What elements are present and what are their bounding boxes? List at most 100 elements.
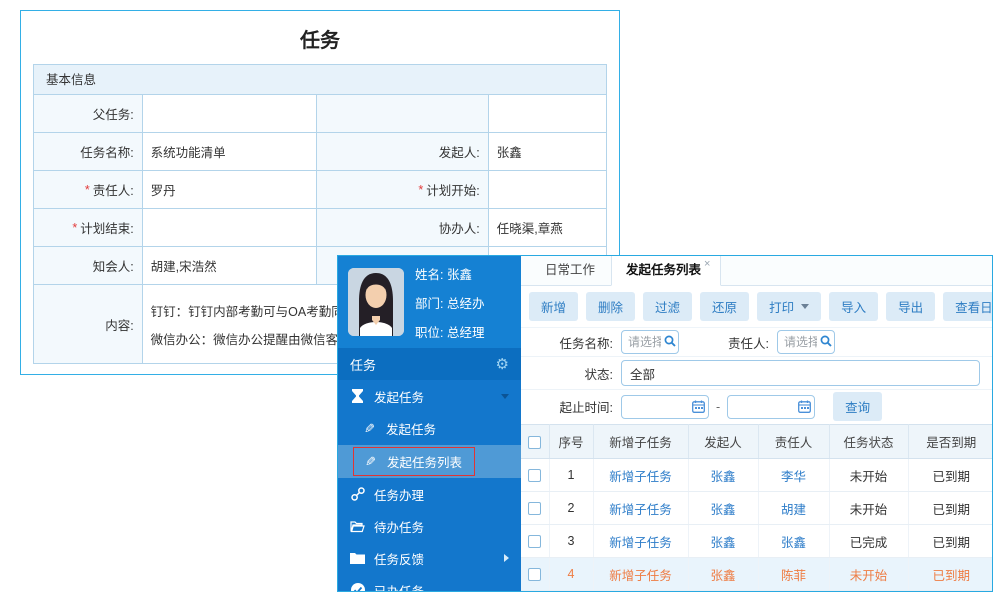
- initiator-link[interactable]: 张鑫: [710, 503, 735, 517]
- row-checkbox[interactable]: [528, 568, 541, 581]
- initiator-link[interactable]: 张鑫: [710, 569, 735, 583]
- task-name-label: 任务名称:: [529, 333, 613, 352]
- owner-link[interactable]: 陈菲: [781, 569, 806, 583]
- avatar: [348, 268, 404, 336]
- filter-button[interactable]: 过滤: [643, 292, 692, 321]
- chain-link-icon: [350, 487, 365, 501]
- sidebar-item-initiate-task-list[interactable]: ✎ 发起任务列表: [338, 445, 521, 478]
- column-header-owner: 责任人: [758, 425, 829, 459]
- field-label: [317, 95, 489, 132]
- form-row-parent-task: 父任务:: [34, 95, 606, 133]
- initiator-link[interactable]: 张鑫: [710, 536, 735, 550]
- owner-picker: [777, 330, 835, 354]
- date-end-picker: [727, 395, 815, 419]
- chevron-down-icon: [501, 394, 509, 399]
- field-label: 知会人:: [34, 247, 143, 284]
- field-label: 任务名称:: [34, 133, 143, 170]
- empty-field: [489, 95, 606, 132]
- tab-initiate-task-list[interactable]: 发起任务列表 ×: [611, 255, 721, 286]
- import-button[interactable]: 导入: [829, 292, 878, 321]
- plan-end-field[interactable]: [143, 209, 317, 246]
- sidebar-item-task-handling[interactable]: 任务办理: [338, 478, 521, 510]
- module-title: 任务: [350, 355, 376, 374]
- table-row: 3 新增子任务 张鑫 张鑫 已完成 已到期: [521, 525, 993, 558]
- owner-link[interactable]: 胡建: [781, 503, 806, 517]
- add-subtask-link[interactable]: 新增子任务: [609, 569, 672, 583]
- add-button[interactable]: 新增: [529, 292, 578, 321]
- due-cell: 已到期: [908, 558, 993, 591]
- gear-icon[interactable]: ⚙: [496, 357, 509, 372]
- pencil-icon: ✎: [362, 421, 377, 437]
- column-header-seq: 序号: [549, 425, 593, 459]
- field-label: 内容:: [34, 285, 143, 363]
- task-name-picker: [621, 330, 679, 354]
- query-button[interactable]: 查询: [833, 392, 882, 421]
- date-separator: -: [716, 400, 720, 414]
- sidebar-item-todo-tasks[interactable]: 待办任务: [338, 510, 521, 542]
- column-header-initiator: 发起人: [688, 425, 758, 459]
- parent-task-field[interactable]: [143, 95, 317, 132]
- table-row: 2 新增子任务 张鑫 胡建 未开始 已到期: [521, 492, 993, 525]
- tab-daily-work[interactable]: 日常工作: [529, 255, 611, 285]
- initiator-link[interactable]: 张鑫: [710, 470, 735, 484]
- due-cell: 已到期: [908, 525, 993, 558]
- toolbar: 新增 删除 过滤 还原 打印 导入 导出 查看日志: [521, 286, 992, 328]
- add-subtask-link[interactable]: 新增子任务: [609, 470, 672, 484]
- add-subtask-link[interactable]: 新增子任务: [609, 536, 672, 550]
- section-header: 基本信息: [34, 65, 606, 95]
- column-header-due: 是否到期: [908, 425, 993, 459]
- status-select[interactable]: 全部: [621, 360, 980, 386]
- user-name: 姓名: 张鑫: [415, 264, 484, 283]
- status-cell: 已完成: [829, 525, 908, 558]
- table-header-row: 序号 新增子任务 发起人 责任人 任务状态 是否到期: [521, 425, 993, 459]
- field-label: *计划开始:: [317, 171, 489, 208]
- filter-row-dates: 起止时间: - 查询: [521, 390, 992, 424]
- row-checkbox[interactable]: [528, 469, 541, 482]
- cohandler-field[interactable]: 任晓渠,章燕: [489, 209, 606, 246]
- daterange-label: 起止时间:: [529, 397, 613, 416]
- table-row: 1 新增子任务 张鑫 李华 未开始 已到期: [521, 459, 993, 492]
- sidebar-item-task-feedback[interactable]: 任务反馈: [338, 542, 521, 574]
- view-log-button[interactable]: 查看日志: [943, 292, 993, 321]
- status-cell: 未开始: [829, 492, 908, 525]
- folder-open-icon: [350, 520, 365, 533]
- owner-link[interactable]: 李华: [781, 470, 806, 484]
- field-label: 发起人:: [317, 133, 489, 170]
- calendar-icon[interactable]: [692, 400, 705, 413]
- sidebar-item-initiate-task-group[interactable]: 发起任务: [338, 380, 521, 412]
- row-checkbox[interactable]: [528, 535, 541, 548]
- print-button[interactable]: 打印: [757, 292, 821, 321]
- row-checkbox[interactable]: [528, 502, 541, 515]
- export-button[interactable]: 导出: [886, 292, 935, 321]
- task-name-field[interactable]: 系统功能清单: [143, 133, 317, 170]
- close-icon[interactable]: ×: [704, 259, 710, 270]
- informed-field[interactable]: 胡建,宋浩然: [143, 247, 317, 284]
- sidebar-item-initiate-task[interactable]: ✎ 发起任务: [338, 412, 521, 445]
- required-marker: *: [72, 221, 77, 235]
- search-icon[interactable]: [664, 335, 676, 347]
- field-label: 协办人:: [317, 209, 489, 246]
- user-info: 姓名: 张鑫 部门: 总经办 职位: 总经理: [415, 264, 484, 341]
- calendar-icon[interactable]: [798, 400, 811, 413]
- required-marker: *: [85, 183, 90, 197]
- chevron-right-icon: [504, 554, 509, 562]
- field-label: *计划结束:: [34, 209, 143, 246]
- sidebar-item-label: 发起任务: [374, 387, 424, 406]
- add-subtask-link[interactable]: 新增子任务: [609, 503, 672, 517]
- sidebar-module-header: 任务 ⚙: [338, 348, 521, 380]
- field-label: *责任人:: [34, 171, 143, 208]
- filter-row-pickers: 任务名称: 责任人:: [521, 328, 992, 357]
- main-content: 日常工作 发起任务列表 × 新增 删除 过滤 还原 打印 导入 导出 查看日志 …: [521, 256, 992, 591]
- search-icon[interactable]: [820, 335, 832, 347]
- delete-button[interactable]: 删除: [586, 292, 635, 321]
- seq-cell: 1: [549, 459, 593, 492]
- select-all-checkbox[interactable]: [528, 436, 541, 449]
- owner-link[interactable]: 张鑫: [781, 536, 806, 550]
- screen: 任务 基本信息 父任务: 任务名称: 系统功能清单 发起人: 张鑫 *责任人: …: [0, 0, 1000, 600]
- plan-start-field[interactable]: [489, 171, 606, 208]
- sidebar-item-done-tasks[interactable]: 已办任务: [338, 574, 521, 591]
- status-cell: 未开始: [829, 558, 908, 591]
- owner-field[interactable]: 罗丹: [143, 171, 317, 208]
- restore-button[interactable]: 还原: [700, 292, 749, 321]
- sidebar: 姓名: 张鑫 部门: 总经办 职位: 总经理 任务 ⚙ 发起任务 ✎ 发起任务: [338, 256, 521, 591]
